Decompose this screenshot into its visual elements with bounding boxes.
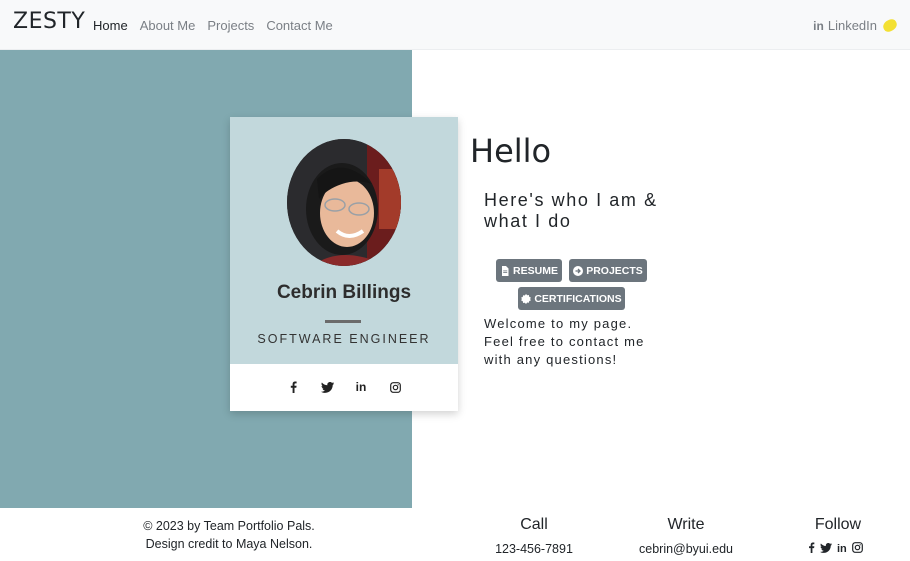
linkedin-nav-link[interactable]: in LinkedIn bbox=[813, 17, 899, 34]
certificate-icon bbox=[521, 293, 532, 304]
nav-contact-link[interactable]: Contact Me bbox=[266, 18, 332, 33]
linkedin-icon: in bbox=[813, 18, 824, 33]
lemon-icon bbox=[881, 17, 899, 34]
profile-divider bbox=[325, 320, 361, 323]
welcome-text: Welcome to my page. Feel free to contact… bbox=[484, 316, 645, 367]
footer: © 2023 by Team Portfolio Pals. Design cr… bbox=[0, 508, 910, 561]
twitter-icon[interactable] bbox=[820, 542, 832, 556]
nav-links: Home About Me Projects Contact Me bbox=[93, 18, 333, 33]
footer-design-credit: Design credit to Maya Nelson. bbox=[145, 537, 313, 551]
follow-heading: Follow bbox=[814, 516, 862, 533]
facebook-icon[interactable] bbox=[286, 380, 300, 394]
avatar bbox=[287, 139, 401, 266]
profile-card-header: Cebrin Billings SOFTWARE ENGINEER bbox=[230, 117, 458, 364]
twitter-icon[interactable] bbox=[320, 380, 334, 394]
linkedin-label: LinkedIn bbox=[827, 18, 877, 33]
navbar: ZESTY Home About Me Projects Contact Me … bbox=[0, 0, 910, 50]
tagline: Here's who I am & what I do bbox=[484, 190, 658, 231]
footer-social-links: in bbox=[808, 542, 863, 556]
profile-card: Cebrin Billings SOFTWARE ENGINEER in bbox=[230, 117, 458, 411]
linkedin-icon[interactable]: in bbox=[354, 380, 368, 394]
resume-button-label: RESUME bbox=[513, 264, 558, 277]
certifications-button[interactable]: CERTIFICATIONS bbox=[518, 287, 625, 310]
facebook-icon[interactable] bbox=[808, 542, 815, 556]
call-heading: Call bbox=[520, 516, 548, 533]
profile-name: Cebrin Billings bbox=[276, 282, 412, 303]
write-heading: Write bbox=[667, 516, 705, 533]
projects-button-label: PROJECTS bbox=[586, 264, 643, 277]
projects-button[interactable]: PROJECTS bbox=[569, 259, 647, 282]
phone-number[interactable]: 123-456-7891 bbox=[484, 542, 584, 556]
resume-button[interactable]: RESUME bbox=[496, 259, 562, 282]
email-address[interactable]: cebrin@byui.edu bbox=[626, 542, 746, 556]
profile-social-links: in bbox=[230, 380, 458, 394]
profile-role: SOFTWARE ENGINEER bbox=[257, 332, 431, 346]
nav-about-link[interactable]: About Me bbox=[140, 18, 196, 33]
brand-logo[interactable]: ZESTY bbox=[13, 9, 85, 34]
nav-projects-link[interactable]: Projects bbox=[207, 18, 254, 33]
document-icon bbox=[502, 265, 509, 276]
hello-heading: Hello bbox=[470, 132, 552, 170]
nav-home-link[interactable]: Home bbox=[93, 18, 128, 33]
footer-copyright: © 2023 by Team Portfolio Pals. bbox=[143, 519, 315, 533]
arrow-circle-icon bbox=[573, 265, 584, 276]
instagram-icon[interactable] bbox=[388, 380, 402, 394]
linkedin-icon[interactable]: in bbox=[837, 543, 847, 555]
certifications-button-label: CERTIFICATIONS bbox=[534, 292, 622, 305]
instagram-icon[interactable] bbox=[851, 542, 863, 556]
footer-credit: © 2023 by Team Portfolio Pals. Design cr… bbox=[100, 517, 358, 553]
